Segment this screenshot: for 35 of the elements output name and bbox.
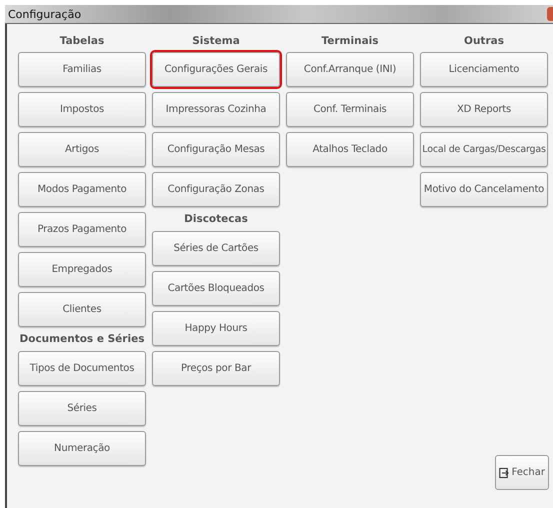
- settings-button[interactable]: Configurações Gerais: [152, 52, 280, 87]
- settings-button[interactable]: Familias: [18, 52, 146, 87]
- window-title: Configuração: [7, 8, 82, 20]
- settings-button[interactable]: Preços por Bar: [152, 351, 280, 386]
- settings-button[interactable]: XD Reports: [420, 92, 548, 127]
- settings-button[interactable]: Impressoras Cozinha: [152, 92, 280, 127]
- settings-button[interactable]: Configuração Zonas: [152, 172, 280, 207]
- settings-button[interactable]: Prazos Pagamento: [18, 212, 146, 247]
- settings-button[interactable]: Licenciamento: [420, 52, 548, 87]
- settings-button[interactable]: Séries: [18, 391, 146, 426]
- settings-button[interactable]: Empregados: [18, 252, 146, 287]
- settings-button[interactable]: Happy Hours: [152, 311, 280, 346]
- exit-icon: [499, 466, 510, 480]
- section-heading: Discotecas: [184, 213, 248, 225]
- close-button[interactable]: Fechar: [495, 455, 549, 490]
- settings-button[interactable]: Configuração Mesas: [152, 132, 280, 167]
- section-heading: Tabelas: [60, 35, 104, 47]
- settings-button[interactable]: Motivo do Cancelamento: [420, 172, 548, 207]
- section-heading: Documentos e Séries: [20, 333, 144, 345]
- settings-button[interactable]: Conf. Terminais: [286, 92, 414, 127]
- settings-button[interactable]: Séries de Cartões: [152, 231, 280, 266]
- section-heading: Terminais: [321, 35, 379, 47]
- close-icon[interactable]: [547, 7, 553, 21]
- section-heading: Sistema: [192, 35, 240, 47]
- settings-button[interactable]: Clientes: [18, 292, 146, 327]
- settings-button[interactable]: Numeração: [18, 431, 146, 466]
- section-heading: Outras: [464, 35, 504, 47]
- settings-button[interactable]: Local de Cargas/Descargas: [420, 132, 548, 167]
- settings-button[interactable]: Atalhos Teclado: [286, 132, 414, 167]
- settings-button[interactable]: Conf.Arranque (INI): [286, 52, 414, 87]
- settings-button[interactable]: Tipos de Documentos: [18, 351, 146, 386]
- settings-button[interactable]: Artigos: [18, 132, 146, 167]
- settings-button[interactable]: Cartões Bloqueados: [152, 271, 280, 306]
- settings-button[interactable]: Modos Pagamento: [18, 172, 146, 207]
- settings-button[interactable]: Impostos: [18, 92, 146, 127]
